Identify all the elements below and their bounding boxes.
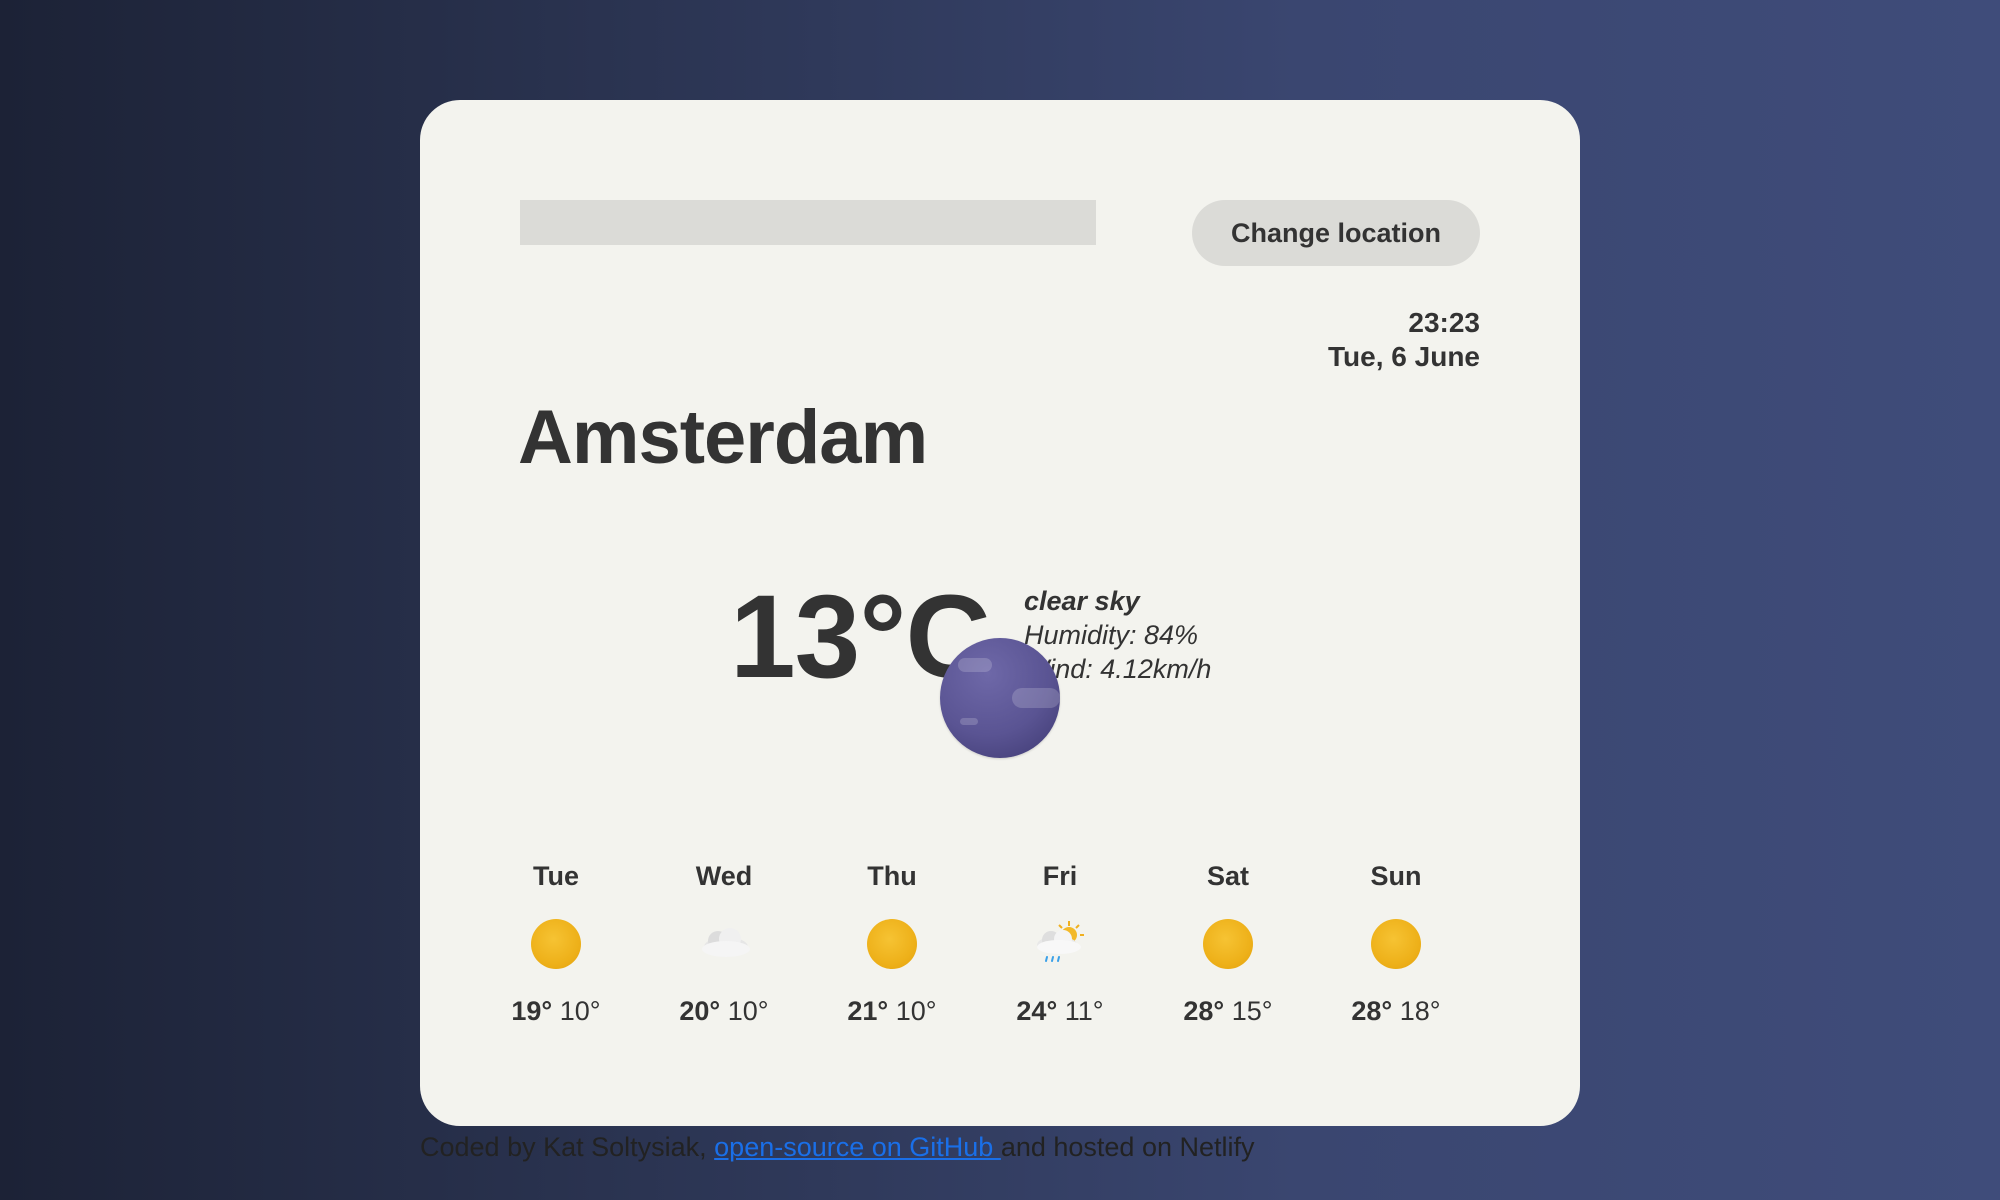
city-name: Amsterdam	[518, 395, 928, 480]
footer-suffix: and hosted on Netlify	[1000, 1132, 1255, 1162]
forecast-day-name: Sat	[1206, 861, 1250, 891]
forecast-min: 10°	[727, 996, 769, 1026]
forecast-min: 18°	[1399, 996, 1441, 1026]
footer-prefix: Coded by Kat Soltysiak,	[420, 1132, 715, 1162]
forecast-max: 20°	[679, 996, 721, 1026]
forecast-day: Wed 20° 10°	[640, 858, 808, 1027]
current-time: 23:23	[1408, 307, 1480, 338]
search-input[interactable]	[520, 200, 1096, 245]
forecast-day-name: Wed	[695, 861, 753, 891]
footer: Coded by Kat Soltysiak, open-source on G…	[420, 1132, 1255, 1163]
forecast-max: 24°	[1016, 996, 1058, 1026]
forecast-min: 15°	[1231, 996, 1273, 1026]
sun-icon	[867, 919, 917, 969]
forecast-day-name: Tue	[533, 861, 579, 891]
github-link[interactable]: open-source on GitHub	[714, 1132, 1001, 1162]
forecast-day-name: Thu	[867, 861, 917, 891]
forecast-day: Thu 21° 10°	[808, 858, 976, 1027]
forecast-max: 19°	[511, 996, 553, 1026]
current-date: Tue, 6 June	[1328, 341, 1480, 372]
forecast-min: 10°	[559, 996, 601, 1026]
forecast-day: Sun 28° 18°	[1312, 858, 1480, 1027]
sun-icon	[1203, 919, 1253, 969]
forecast-min: 10°	[895, 996, 937, 1026]
sun-cloud-rain-icon	[1037, 921, 1084, 962]
change-location-button[interactable]: Change location	[1192, 200, 1480, 266]
forecast-max: 28°	[1183, 996, 1225, 1026]
sun-icon	[1371, 919, 1421, 969]
weather-card: Change location Amsterdam 23:23 Tue, 6 J…	[420, 100, 1580, 1126]
forecast-min: 11°	[1064, 996, 1104, 1026]
forecast-max: 21°	[847, 996, 889, 1026]
forecast-max: 28°	[1351, 996, 1393, 1026]
forecast-row: Tue 19° 10° Wed 20° 10° Thu 21° 10° Fri	[472, 858, 1480, 1027]
moon-icon	[940, 638, 1060, 758]
forecast-day-name: Fri	[1042, 861, 1078, 891]
date-time: 23:23 Tue, 6 June	[1328, 306, 1480, 374]
humidity: Humidity: 84%	[1024, 620, 1199, 650]
forecast-day: Tue 19° 10°	[472, 858, 640, 1027]
cloud-icon	[702, 928, 750, 957]
forecast-day-name: Sun	[1370, 861, 1422, 891]
forecast-day: Sat 28° 15°	[1144, 858, 1312, 1027]
weather-description: clear sky	[1024, 586, 1140, 616]
forecast-day: Fri 24° 11°	[976, 858, 1144, 1027]
sun-icon	[531, 919, 581, 969]
